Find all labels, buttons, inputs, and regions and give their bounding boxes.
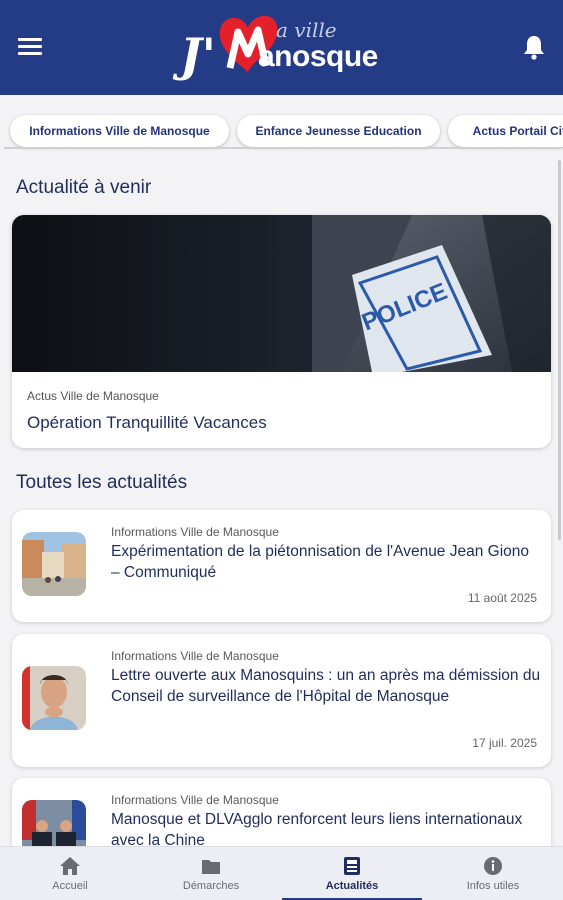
logo-name: anosque: [258, 40, 378, 73]
nav-infos-utiles[interactable]: Infos utiles: [423, 847, 563, 900]
tab-informations-ville[interactable]: Informations Ville de Manosque: [10, 115, 229, 147]
news-category: Informations Ville de Manosque: [111, 793, 279, 807]
scrollbar[interactable]: [558, 160, 561, 540]
home-icon: [60, 857, 80, 875]
news-card[interactable]: Informations Ville de Manosque Expérimen…: [12, 510, 551, 622]
info-icon: [484, 857, 502, 875]
tabs-divider: [4, 147, 559, 149]
nav-actualites[interactable]: Actualités: [282, 847, 422, 900]
nav-label: Démarches: [182, 880, 240, 892]
folder-icon: [202, 860, 220, 874]
nav-accueil[interactable]: Accueil: [0, 847, 140, 900]
bottom-navigation: Accueil Démarches Actualités Infos utile…: [0, 846, 563, 900]
tab-actus-portail[interactable]: Actus Portail Cito: [448, 115, 563, 147]
nav-label: Accueil: [52, 880, 88, 892]
nav-label: Actualités: [325, 880, 379, 892]
featured-title: Opération Tranquillité Vacances: [27, 413, 267, 432]
news-date: 11 août 2025: [467, 591, 537, 605]
street-image: [22, 532, 86, 596]
category-tabs: Informations Ville de Manosque Enfance J…: [0, 112, 563, 152]
menu-icon-bar: [18, 38, 42, 41]
news-title: Expérimentation de la piétonnisation de …: [111, 543, 530, 581]
app-header: J' a ville anosque: [0, 0, 563, 95]
news-category: Informations Ville de Manosque: [111, 649, 279, 663]
news-category: Informations Ville de Manosque: [111, 525, 279, 539]
news-title: Manosque et DLVAgglo renforcent leurs li…: [111, 811, 523, 849]
menu-button[interactable]: [18, 38, 42, 58]
bell-icon: [524, 36, 544, 60]
news-title: Lettre ouverte aux Manosquins : un an ap…: [111, 667, 541, 705]
app-logo: J' a ville anosque: [180, 10, 390, 86]
tab-enfance-jeunesse[interactable]: Enfance Jeunesse Education: [237, 115, 440, 147]
menu-icon-bar: [18, 45, 42, 48]
logo-prefix: J': [180, 28, 216, 82]
upcoming-section-title: Actualité à venir: [16, 177, 152, 198]
nav-demarches[interactable]: Démarches: [141, 847, 281, 900]
featured-image: POLICE: [12, 215, 551, 372]
portrait-image: [22, 666, 86, 730]
menu-icon-bar: [18, 52, 42, 55]
news-thumbnail: [22, 532, 86, 596]
news-thumbnail: [22, 666, 86, 730]
news-date: 17 juil. 2025: [472, 736, 537, 750]
nav-label: Infos utiles: [466, 880, 520, 892]
featured-news-card[interactable]: POLICE Actus Ville de Manosque Opération…: [12, 215, 551, 448]
news-card[interactable]: Informations Ville de Manosque Lettre ou…: [12, 634, 551, 767]
featured-category: Actus Ville de Manosque: [27, 389, 159, 403]
logo-subtitle: a ville: [276, 18, 337, 42]
news-icon: [344, 857, 360, 875]
all-news-section-title: Toutes les actualités: [16, 472, 188, 493]
notifications-button[interactable]: [523, 34, 545, 60]
